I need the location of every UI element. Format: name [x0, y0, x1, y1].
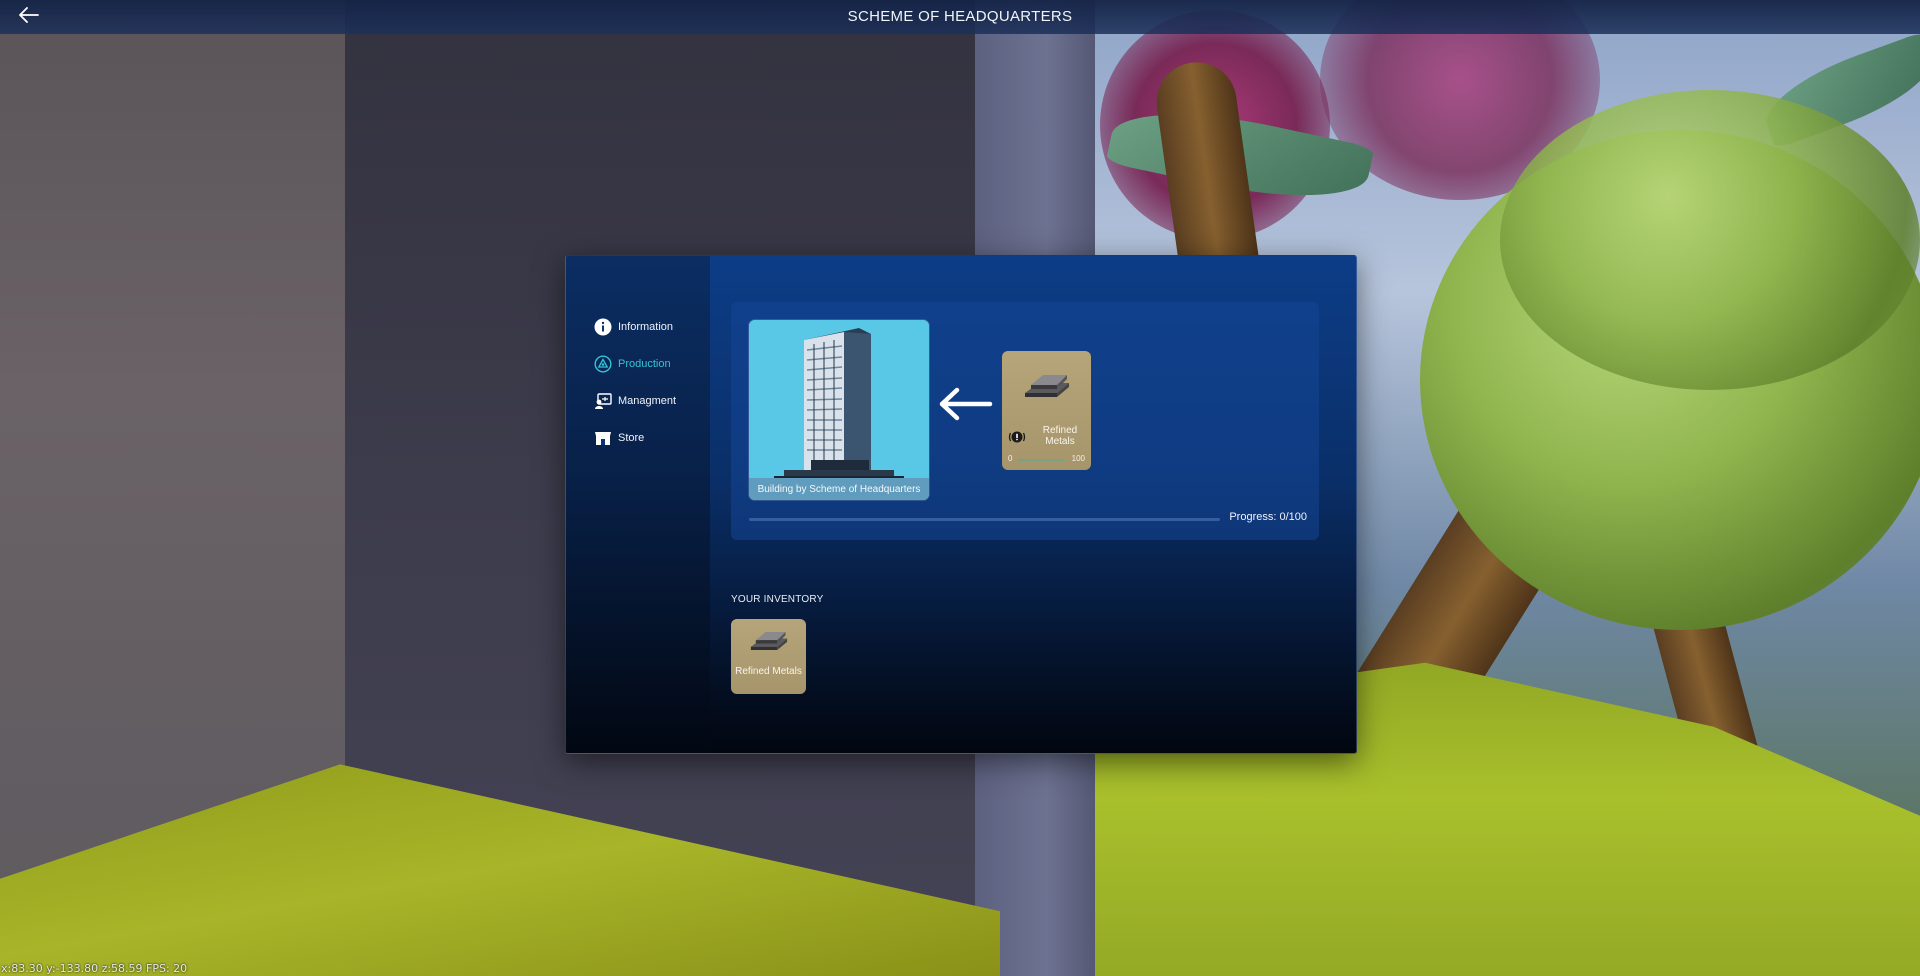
sidebar-item-management[interactable]: Managment [594, 389, 676, 413]
headquarters-building-image [749, 320, 929, 500]
building-modal: Information Production Managment Store B… [565, 255, 1357, 754]
metal-ingot-icon [750, 631, 788, 651]
debug-coordinates-readout: x:83.30 y:-133.80 z:58.59 FPS: 20 [1, 962, 188, 975]
top-bar: SCHEME OF HEADQUARTERS [0, 0, 1920, 34]
production-icon [594, 355, 612, 373]
inventory-item-name: Refined Metals [735, 666, 802, 677]
resource-progress-min: 0 [1008, 454, 1013, 463]
management-icon [594, 392, 612, 410]
inventory-label: YOUR INVENTORY [731, 594, 824, 605]
metal-ingot-icon [1025, 375, 1069, 397]
info-circle-icon [594, 318, 612, 336]
sidebar-item-information[interactable]: Information [594, 315, 673, 339]
resource-name: Refined Metals [1042, 425, 1078, 447]
arrow-left-icon [937, 387, 993, 421]
sidebar-item-store[interactable]: Store [594, 426, 644, 450]
page-title: SCHEME OF HEADQUARTERS [847, 8, 1073, 25]
inventory-item-card[interactable]: Refined Metals [731, 619, 806, 694]
sidebar-item-label: Store [618, 432, 645, 444]
store-icon [594, 429, 612, 447]
scene-tree-foliage [1500, 90, 1920, 390]
modal-sidebar: Information Production Managment Store [566, 256, 710, 753]
building-caption: Building by Scheme of Headquarters [749, 478, 929, 500]
sidebar-item-production[interactable]: Production [594, 352, 671, 376]
sidebar-item-label: Managment [618, 395, 677, 407]
resource-progress-bar: 0 100 [1008, 454, 1085, 464]
required-resource-card[interactable]: Refined Metals 0 100 [1002, 351, 1091, 470]
production-panel: Building by Scheme of Headquarters Refin… [731, 302, 1319, 540]
resource-progress-track [1018, 459, 1065, 461]
building-card: Building by Scheme of Headquarters [749, 320, 929, 500]
sidebar-item-label: Information [618, 321, 674, 333]
resource-progress-max: 100 [1071, 454, 1085, 463]
sidebar-item-label: Production [618, 358, 671, 370]
alert-icon [1008, 430, 1026, 444]
production-progress-text: Progress: 0/100 [1229, 511, 1307, 523]
production-progress-bar [749, 518, 1220, 521]
